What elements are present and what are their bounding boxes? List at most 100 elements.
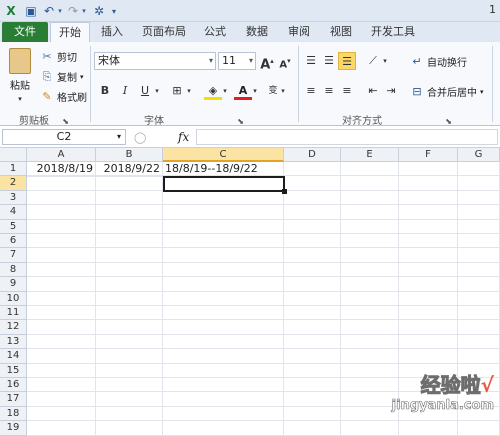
grid-cell[interactable] [163, 190, 284, 206]
grid-cell[interactable] [341, 349, 399, 364]
grid-cell[interactable] [284, 334, 341, 350]
column-header[interactable]: B [96, 148, 163, 162]
row-header[interactable]: 3 [0, 190, 27, 206]
grid-cell[interactable] [341, 363, 399, 378]
grid-cell[interactable] [341, 378, 399, 393]
grid-cell[interactable] [341, 262, 399, 278]
cut-button[interactable]: ✂ 剪切 [40, 49, 77, 65]
tab-insert[interactable]: 插入 [94, 22, 130, 42]
grid-cell[interactable] [341, 277, 399, 292]
grid-cell[interactable] [96, 190, 163, 206]
tab-data[interactable]: 数据 [240, 22, 274, 42]
decrease-indent-icon[interactable]: ⇤ [364, 82, 382, 100]
grid-cell[interactable] [163, 219, 284, 234]
grid-cell[interactable] [458, 349, 500, 364]
grid-cell[interactable] [163, 406, 284, 422]
column-header-selected[interactable]: C [163, 148, 284, 162]
grid-cell[interactable] [458, 190, 500, 206]
grid-cell[interactable] [163, 205, 284, 220]
grid-cell[interactable] [163, 363, 284, 378]
redo-dropdown-icon[interactable]: ▾ [80, 3, 88, 19]
format-painter-button[interactable]: ✎ 格式刷 [40, 89, 87, 105]
grid-cell[interactable] [284, 349, 341, 364]
grid-cell[interactable] [341, 334, 399, 350]
row-header[interactable]: 15 [0, 363, 27, 378]
phonetic-dropdown-icon[interactable]: ▾ [278, 82, 288, 100]
grid-cell[interactable] [341, 421, 399, 436]
grid-cell[interactable] [27, 406, 96, 422]
grid-cell[interactable] [96, 234, 163, 249]
grid-cell[interactable] [458, 334, 500, 350]
shrink-font-button[interactable]: A▾ [276, 52, 294, 70]
grid-cell[interactable] [27, 378, 96, 393]
grid-cell[interactable] [163, 334, 284, 350]
bold-button[interactable]: B [96, 82, 114, 100]
cell-a1[interactable]: 2018/8/19 [27, 162, 96, 177]
grid-cell[interactable] [399, 320, 458, 335]
grid-cell[interactable] [27, 363, 96, 378]
grid-cell[interactable] [458, 176, 500, 191]
grid-cell[interactable] [284, 291, 341, 306]
align-top-icon[interactable]: ☰ [302, 52, 320, 70]
row-header[interactable]: 4 [0, 205, 27, 220]
grid-cell[interactable] [399, 291, 458, 306]
grid-cell[interactable] [341, 320, 399, 335]
undo-icon[interactable]: ↶ [42, 3, 56, 19]
grid-cell[interactable] [458, 320, 500, 335]
column-header[interactable]: A [27, 148, 96, 162]
grid-cell[interactable] [458, 291, 500, 306]
grid-cell[interactable] [341, 190, 399, 206]
grid-cell[interactable] [163, 306, 284, 321]
grid-cell[interactable] [399, 277, 458, 292]
align-bottom-icon[interactable]: ☰ [338, 52, 356, 70]
column-header[interactable]: E [341, 148, 399, 162]
grid-cell[interactable] [284, 306, 341, 321]
grid-cell[interactable] [96, 421, 163, 436]
paste-button[interactable]: 粘贴 ▾ [4, 48, 36, 103]
grid-cell[interactable] [284, 162, 341, 177]
insert-function-button[interactable]: fx [178, 130, 189, 144]
grid-cell[interactable] [96, 277, 163, 292]
grid-cell[interactable] [341, 248, 399, 263]
align-center-icon[interactable]: ≡ [320, 82, 338, 100]
tool-icon[interactable]: ✲ [92, 3, 106, 19]
grid-cell[interactable] [27, 234, 96, 249]
grid-cell[interactable] [96, 334, 163, 350]
grid-cell[interactable] [96, 205, 163, 220]
grid-cell[interactable] [163, 291, 284, 306]
grid-cell[interactable] [96, 176, 163, 191]
row-header[interactable]: 13 [0, 334, 27, 350]
redo-icon[interactable]: ↷ [66, 3, 80, 19]
align-middle-icon[interactable]: ☰ [320, 52, 338, 70]
grow-font-button[interactable]: A▴ [258, 52, 276, 72]
grid-cell[interactable] [27, 205, 96, 220]
formula-input[interactable] [196, 129, 498, 145]
grid-cell[interactable] [96, 291, 163, 306]
dialog-launcher-icon[interactable]: ⬊ [445, 117, 452, 126]
grid-cell[interactable] [458, 277, 500, 292]
row-header[interactable]: 16 [0, 378, 27, 393]
grid-cell[interactable] [96, 306, 163, 321]
row-header[interactable]: 18 [0, 406, 27, 422]
font-color-dropdown-icon[interactable]: ▾ [250, 82, 260, 100]
grid-cell[interactable] [163, 320, 284, 335]
row-header[interactable]: 6 [0, 234, 27, 249]
row-header[interactable]: 2 [0, 176, 27, 191]
grid-cell[interactable] [96, 363, 163, 378]
border-dropdown-icon[interactable]: ▾ [184, 82, 194, 100]
grid-cell[interactable] [399, 205, 458, 220]
column-header[interactable]: F [399, 148, 458, 162]
grid-cell[interactable] [163, 248, 284, 263]
orientation-dropdown-icon[interactable]: ▾ [380, 52, 390, 70]
fill-dropdown-icon[interactable]: ▾ [220, 82, 230, 100]
grid-cell[interactable] [284, 320, 341, 335]
tab-file[interactable]: 文件 [2, 22, 48, 42]
font-name-select[interactable]: 宋体 ▾ [94, 52, 216, 70]
grid-cell[interactable] [399, 262, 458, 278]
grid-cell[interactable] [284, 176, 341, 191]
grid-cell[interactable] [284, 392, 341, 407]
grid-cell[interactable] [27, 248, 96, 263]
grid-cell[interactable] [284, 234, 341, 249]
grid-cell[interactable] [341, 162, 399, 177]
grid-cell[interactable] [284, 277, 341, 292]
